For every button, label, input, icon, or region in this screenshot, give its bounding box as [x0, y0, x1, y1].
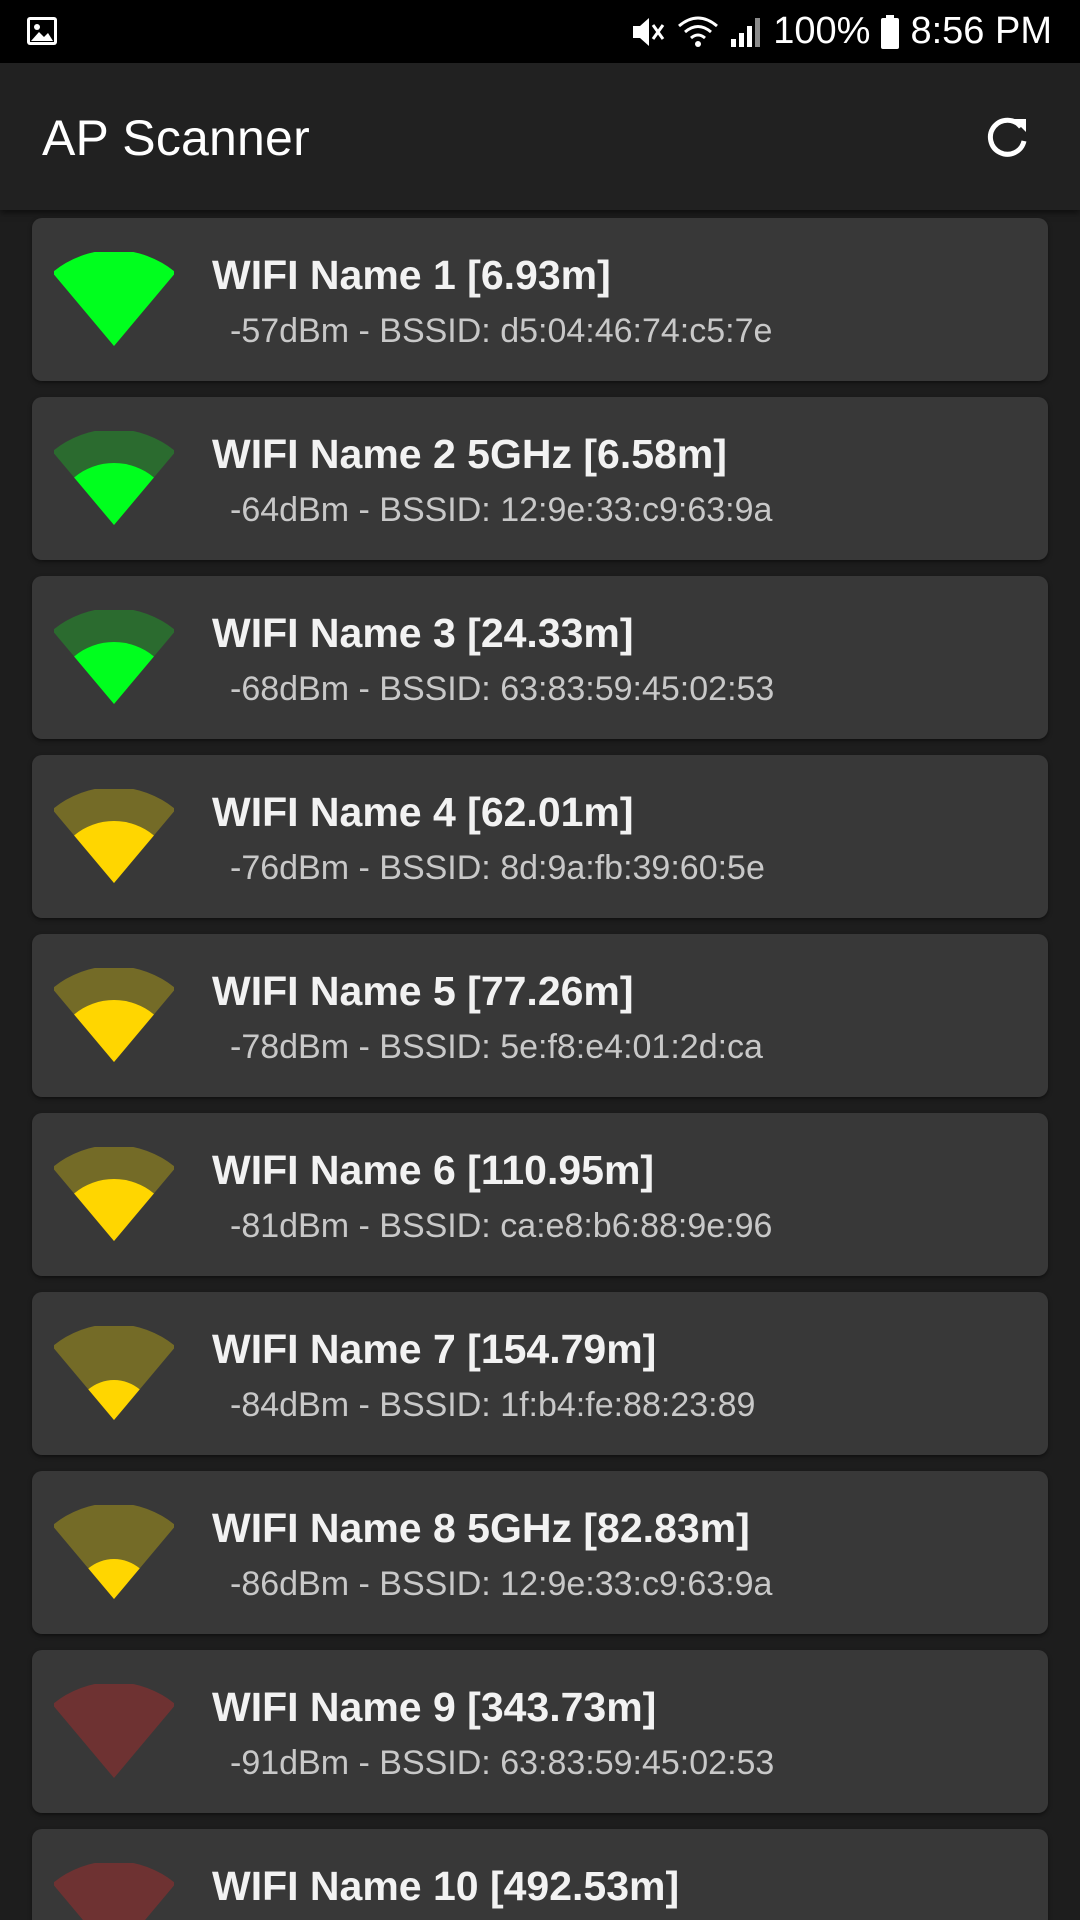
wifi-icon [677, 14, 719, 50]
network-card[interactable]: WIFI Name 8 5GHz [82.83m] -86dBm - BSSID:… [32, 1471, 1048, 1634]
status-bar: 100% 8:56 PM [0, 0, 1080, 63]
network-card[interactable]: WIFI Name 4 [62.01m] -76dBm - BSSID: 8d:9… [32, 755, 1048, 918]
network-name: WIFI Name 2 5GHz [6.58m] [212, 431, 727, 477]
wifi-signal-icon [54, 1684, 174, 1778]
network-card[interactable]: WIFI Name 2 5GHz [6.58m] -64dBm - BSSID: … [32, 397, 1048, 560]
network-name: WIFI Name 9 [343.73m] [212, 1684, 657, 1730]
wifi-signal-icon [54, 1505, 174, 1599]
wifi-signal-icon [54, 789, 174, 883]
wifi-signal-icon [54, 1326, 174, 1420]
network-card[interactable]: WIFI Name 9 [343.73m] -91dBm - BSSID: 63:… [32, 1650, 1048, 1813]
network-name: WIFI Name 7 [154.79m] [212, 1326, 657, 1372]
status-time: 8:56 PM [910, 10, 1052, 52]
wifi-signal-icon [54, 431, 174, 525]
battery-percent: 100% [773, 10, 871, 52]
network-detail: -86dBm - BSSID: 12:9e:33:c9:63:9a [230, 1565, 773, 1603]
network-card[interactable]: WIFI Name 7 [154.79m] -84dBm - BSSID: 1f:… [32, 1292, 1048, 1455]
wifi-signal-icon [54, 968, 174, 1062]
gallery-icon [26, 16, 58, 46]
cellular-icon [729, 15, 763, 49]
battery-icon [880, 14, 900, 50]
refresh-icon [987, 117, 1027, 157]
network-detail: -76dBm - BSSID: 8d:9a:fb:39:60:5e [230, 849, 765, 887]
network-detail: -64dBm - BSSID: 12:9e:33:c9:63:9a [230, 491, 773, 529]
refresh-button[interactable] [980, 109, 1036, 165]
network-detail: -57dBm - BSSID: d5:04:46:74:c5:7e [230, 312, 773, 350]
network-detail: -78dBm - BSSID: 5e:f8:e4:01:2d:ca [230, 1028, 763, 1066]
network-detail: -68dBm - BSSID: 63:83:59:45:02:53 [230, 670, 775, 708]
network-name: WIFI Name 4 [62.01m] [212, 789, 634, 835]
mute-icon [629, 14, 667, 50]
network-name: WIFI Name 8 5GHz [82.83m] [212, 1505, 750, 1551]
app-bar: AP Scanner [0, 63, 1080, 210]
wifi-signal-icon [54, 1863, 174, 1920]
network-detail: -91dBm - BSSID: 63:83:59:45:02:53 [230, 1744, 775, 1782]
network-card[interactable]: WIFI Name 3 [24.33m] -68dBm - BSSID: 63:8… [32, 576, 1048, 739]
network-name: WIFI Name 10 [492.53m] [212, 1863, 680, 1909]
network-card[interactable]: WIFI Name 1 [6.93m] -57dBm - BSSID: d5:04… [32, 218, 1048, 381]
network-name: WIFI Name 1 [6.93m] [212, 252, 611, 298]
wifi-signal-icon [54, 1147, 174, 1241]
wifi-signal-icon [54, 610, 174, 704]
network-name: WIFI Name 6 [110.95m] [212, 1147, 655, 1193]
network-card[interactable]: WIFI Name 6 [110.95m] -81dBm - BSSID: ca:… [32, 1113, 1048, 1276]
network-detail: -84dBm - BSSID: 1f:b4:fe:88:23:89 [230, 1386, 756, 1424]
wifi-signal-icon [54, 252, 174, 346]
network-name: WIFI Name 5 [77.26m] [212, 968, 634, 1014]
network-name: WIFI Name 3 [24.33m] [212, 610, 634, 656]
network-list[interactable]: WIFI Name 1 [6.93m] -57dBm - BSSID: d5:04… [0, 210, 1080, 1920]
network-card[interactable]: WIFI Name 5 [77.26m] -78dBm - BSSID: 5e:f… [32, 934, 1048, 1097]
network-card[interactable]: WIFI Name 10 [492.53m] [32, 1829, 1048, 1920]
network-detail: -81dBm - BSSID: ca:e8:b6:88:9e:96 [230, 1207, 773, 1245]
app-title: AP Scanner [42, 110, 310, 166]
